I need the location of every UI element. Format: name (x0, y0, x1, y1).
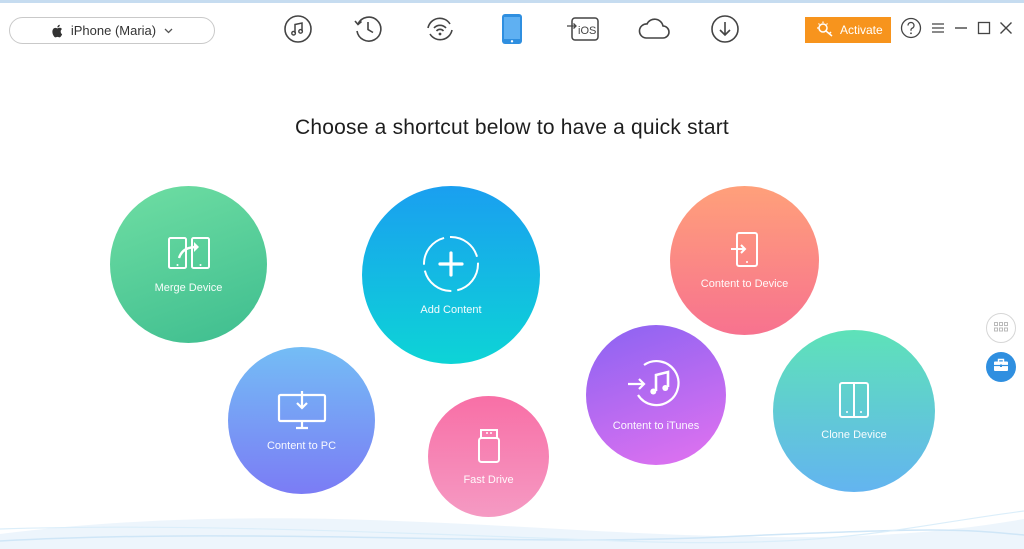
content-to-itunes-shortcut[interactable]: Content to iTunes (586, 325, 726, 465)
merge-device-shortcut[interactable]: Merge Device (110, 186, 267, 343)
chevron-down-icon (164, 28, 173, 34)
grid-icon (994, 319, 1008, 337)
wifi-sync-icon (424, 14, 456, 44)
clone-device-icon (837, 381, 871, 419)
merge-device-label: Merge Device (154, 281, 223, 294)
maximize-button[interactable] (973, 19, 995, 41)
page-title: Choose a shortcut below to have a quick … (295, 116, 729, 139)
maximize-icon (976, 20, 992, 41)
fast-drive-label: Fast Drive (463, 473, 514, 486)
content-to-pc-label: Content to PC (266, 439, 337, 452)
side-toolbox-button[interactable] (986, 352, 1016, 382)
add-content-label: Add Content (420, 304, 482, 316)
content-to-device-icon (729, 231, 761, 268)
ios-tool-button[interactable]: iOS (566, 12, 600, 46)
window-top-border (0, 0, 1024, 3)
toolbox-icon (993, 358, 1009, 377)
content-to-device-label: Content to Device (700, 277, 789, 290)
device-name: iPhone (Maria) (70, 23, 157, 38)
download-tool-button[interactable] (708, 12, 742, 46)
minimize-icon (953, 21, 969, 40)
phone-tool-button[interactable] (495, 12, 529, 46)
music-tool-button[interactable] (281, 12, 315, 46)
download-icon (710, 14, 740, 44)
merge-device-icon (167, 236, 211, 272)
usb-drive-icon (476, 428, 502, 464)
content-to-device-shortcut[interactable]: Content to Device (670, 186, 819, 335)
key-icon (816, 21, 834, 40)
clone-device-label: Clone Device (821, 429, 887, 441)
apple-icon (51, 24, 63, 38)
side-grid-button[interactable] (986, 313, 1016, 343)
add-content-shortcut[interactable]: Add Content (362, 186, 540, 364)
activate-label: Activate (840, 23, 883, 37)
phone-icon (501, 13, 523, 45)
menu-button[interactable] (927, 19, 949, 41)
content-to-pc-shortcut[interactable]: Content to PC (228, 347, 375, 494)
content-to-itunes-label: Content to iTunes (612, 420, 700, 432)
activate-button[interactable]: Activate (805, 17, 891, 43)
clone-device-shortcut[interactable]: Clone Device (773, 330, 935, 492)
music-icon (283, 14, 313, 44)
history-tool-button[interactable] (351, 12, 385, 46)
ios-icon-text: iOS (578, 25, 596, 37)
close-button[interactable] (995, 19, 1017, 41)
close-icon (998, 20, 1014, 41)
cloud-tool-button[interactable] (637, 12, 671, 46)
cloud-icon (637, 15, 671, 43)
wifi-sync-tool-button[interactable] (423, 12, 457, 46)
background-wave (0, 510, 1024, 549)
content-to-pc-icon (277, 390, 327, 430)
history-icon (352, 14, 384, 44)
add-content-icon (421, 234, 481, 294)
menu-icon (930, 21, 946, 40)
minimize-button[interactable] (950, 19, 972, 41)
itunes-icon (626, 358, 686, 410)
help-icon (900, 17, 922, 44)
device-selector[interactable]: iPhone (Maria) (9, 17, 215, 44)
ios-icon: iOS (566, 14, 600, 44)
help-button[interactable] (900, 17, 922, 44)
